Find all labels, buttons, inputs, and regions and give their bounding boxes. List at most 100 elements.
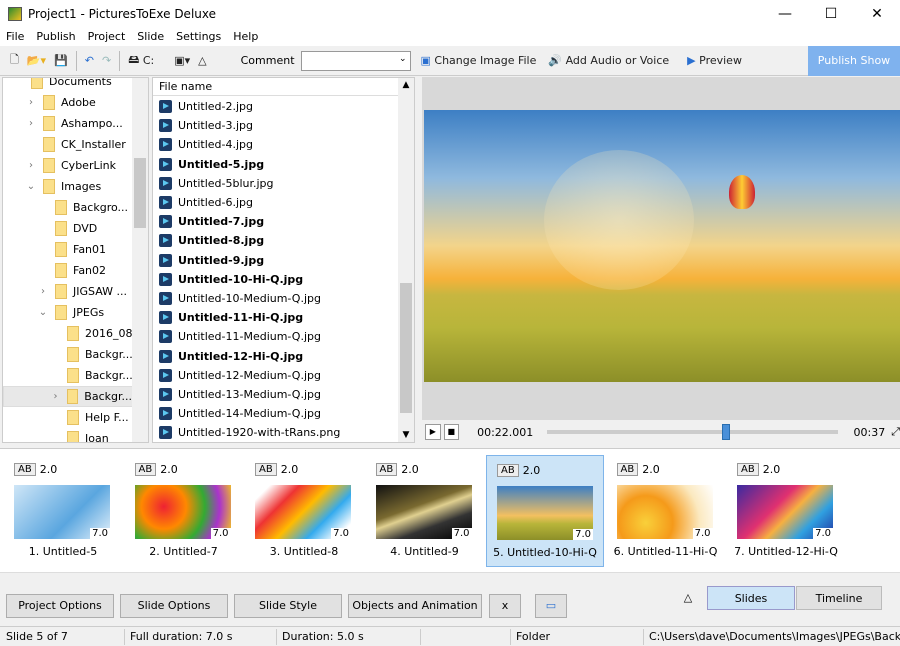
close-button[interactable]: ✕ (854, 0, 900, 28)
menu-help[interactable]: Help (227, 28, 264, 46)
tree-item[interactable]: › JIGSAW ... (37, 281, 127, 302)
tree-item[interactable]: Help F... (49, 407, 129, 428)
chevron-icon[interactable]: ⌄ (25, 181, 37, 192)
tab-timeline[interactable]: Timeline (796, 586, 882, 610)
scroll-down-icon[interactable]: ▼ (398, 430, 414, 440)
slide-thumbnail[interactable]: AB 2.0 7.0 5. Untitled-10-Hi-Q (486, 455, 604, 567)
up-triangle-icon[interactable]: △ (194, 50, 210, 72)
tree-item[interactable]: Backgro... (37, 197, 128, 218)
tree-item[interactable]: ⌄ JPEGs (37, 302, 104, 323)
file-item[interactable]: Untitled-10-Hi-Q.jpg (159, 270, 303, 289)
slide-thumbnail[interactable]: AB 2.0 7.0 6. Untitled-11-Hi-Q (607, 455, 725, 567)
tree-item[interactable]: Documents (13, 78, 112, 92)
file-item[interactable]: Untitled-10-Medium-Q.jpg (159, 289, 321, 308)
save-icon[interactable]: 💾 (50, 50, 72, 72)
file-item[interactable]: Untitled-3.jpg (159, 116, 253, 135)
drive-button[interactable]: 🖴 C: (124, 50, 158, 72)
file-item[interactable]: Untitled-5.jpg (159, 155, 264, 174)
slide-thumbnail[interactable]: AB 2.0 7.0 7. Untitled-12-Hi-Q (727, 455, 845, 567)
menu-file[interactable]: File (0, 28, 30, 46)
slide-style-button[interactable]: Slide Style (234, 594, 342, 618)
chevron-icon[interactable]: › (37, 286, 49, 297)
tree-item[interactable]: DVD (37, 218, 97, 239)
menu-publish[interactable]: Publish (30, 28, 81, 46)
add-audio-button[interactable]: 🔊 Add Audio or Voice (544, 50, 673, 72)
scroll-thumb[interactable] (400, 283, 412, 413)
file-item[interactable]: Untitled-13-Medium-Q.jpg (159, 385, 321, 404)
slide-thumbnail[interactable]: AB 2.0 7.0 1. Untitled-5 (4, 455, 122, 567)
tree-item[interactable]: › Adobe (25, 92, 96, 113)
chevron-icon[interactable]: › (25, 97, 37, 108)
file-item[interactable]: Untitled-2.jpg (159, 97, 253, 116)
menu-settings[interactable]: Settings (170, 28, 227, 46)
new-file-icon[interactable]: 🗋 (6, 50, 23, 72)
file-item[interactable]: Untitled-7.jpg (159, 212, 264, 231)
slide-thumbnail[interactable]: AB 2.0 7.0 3. Untitled-8 (245, 455, 363, 567)
menu-slide[interactable]: Slide (131, 28, 170, 46)
slide-options-button[interactable]: Slide Options (120, 594, 228, 618)
transition-info[interactable]: AB 2.0 (255, 463, 298, 476)
file-item[interactable]: Untitled-12-Medium-Q.jpg (159, 366, 321, 385)
fullscreen-icon[interactable]: ⤢ (891, 425, 900, 439)
file-item[interactable]: Untitled-11-Hi-Q.jpg (159, 308, 303, 327)
tree-item[interactable]: › Backgr... (3, 386, 133, 407)
change-image-button[interactable]: ▣ Change Image File (417, 50, 541, 72)
file-item[interactable]: Untitled-11-Medium-Q.jpg (159, 327, 321, 346)
slide-thumbnail[interactable]: AB 2.0 7.0 4. Untitled-9 (366, 455, 484, 567)
file-item[interactable]: Untitled-5blur.jpg (159, 174, 274, 193)
slide-thumbnail[interactable]: AB 2.0 7.0 2. Untitled-7 (125, 455, 243, 567)
maximize-button[interactable]: ☐ (808, 0, 854, 28)
preview-button[interactable]: ▶ Preview (683, 50, 746, 72)
scroll-thumb[interactable] (134, 158, 146, 228)
chevron-icon[interactable]: › (25, 118, 37, 129)
file-name-header[interactable]: File name (153, 78, 399, 96)
tree-item[interactable]: Fan02 (37, 260, 106, 281)
file-item[interactable]: Untitled-14-Medium-Q.jpg (159, 404, 321, 423)
tree-item[interactable]: Backgr... (49, 365, 133, 386)
transition-info[interactable]: AB 2.0 (375, 463, 419, 476)
chevron-icon[interactable]: › (50, 391, 61, 402)
stop-button[interactable]: ■ (443, 424, 460, 440)
tree-item[interactable]: Fan01 (37, 239, 106, 260)
comment-input[interactable]: ⌄ (300, 50, 411, 71)
file-item[interactable]: Untitled-4.jpg (159, 135, 253, 154)
objects-animation-button[interactable]: Objects and Animation (348, 594, 482, 618)
file-item[interactable]: Untitled-9.jpg (159, 251, 264, 270)
menu-project[interactable]: Project (82, 28, 132, 46)
tree-item[interactable]: › CyberLink (25, 155, 116, 176)
view-mode-icon[interactable]: ▣▾ (170, 50, 194, 72)
play-button[interactable]: ▶ (425, 424, 441, 440)
tree-item[interactable]: CK_Installer (25, 134, 126, 155)
file-list-scrollbar[interactable]: ▲ ▼ (398, 78, 414, 442)
timeline-slider[interactable] (547, 424, 838, 440)
minimize-button[interactable]: — (762, 0, 808, 28)
tree-scrollbar[interactable] (132, 78, 148, 442)
tree-item[interactable]: 2016_08_2 (49, 323, 145, 344)
transition-info[interactable]: AB 2.0 (14, 463, 57, 476)
project-options-button[interactable]: Project Options (6, 594, 114, 618)
file-item[interactable]: Untitled-1920-with-tRans.png (159, 423, 340, 442)
tree-item[interactable]: ⌄ Images (25, 176, 101, 197)
close-x-button[interactable]: x (489, 594, 521, 618)
window-icon-button[interactable]: ▭ (535, 594, 567, 618)
transition-info[interactable]: AB 2.0 (737, 463, 780, 476)
slider-thumb[interactable] (721, 424, 730, 440)
open-folder-icon[interactable]: 📂▾ (23, 50, 50, 72)
collapse-triangle-icon[interactable]: △ (680, 586, 696, 610)
tab-slides[interactable]: Slides (707, 586, 795, 610)
tree-item[interactable]: › Ashampo... (25, 113, 123, 134)
scroll-up-icon[interactable]: ▲ (398, 80, 414, 90)
tree-item[interactable]: Backgr... (49, 344, 133, 365)
transition-info[interactable]: AB 2.0 (497, 464, 540, 477)
transition-info[interactable]: AB 2.0 (134, 463, 178, 476)
transition-info[interactable]: AB 2.0 (616, 463, 660, 476)
redo-icon[interactable]: ↷ (98, 50, 115, 72)
file-item[interactable]: Untitled-12-Hi-Q.jpg (159, 347, 303, 366)
file-item[interactable]: Untitled-8.jpg (159, 231, 264, 250)
undo-icon[interactable]: ↶ (81, 50, 98, 72)
publish-show-button[interactable]: Publish Show (808, 46, 900, 76)
tree-item[interactable]: Ioan (49, 428, 109, 442)
file-item[interactable]: Untitled-6.jpg (159, 193, 253, 212)
chevron-icon[interactable]: ⌄ (37, 307, 49, 318)
chevron-icon[interactable]: › (25, 160, 37, 171)
